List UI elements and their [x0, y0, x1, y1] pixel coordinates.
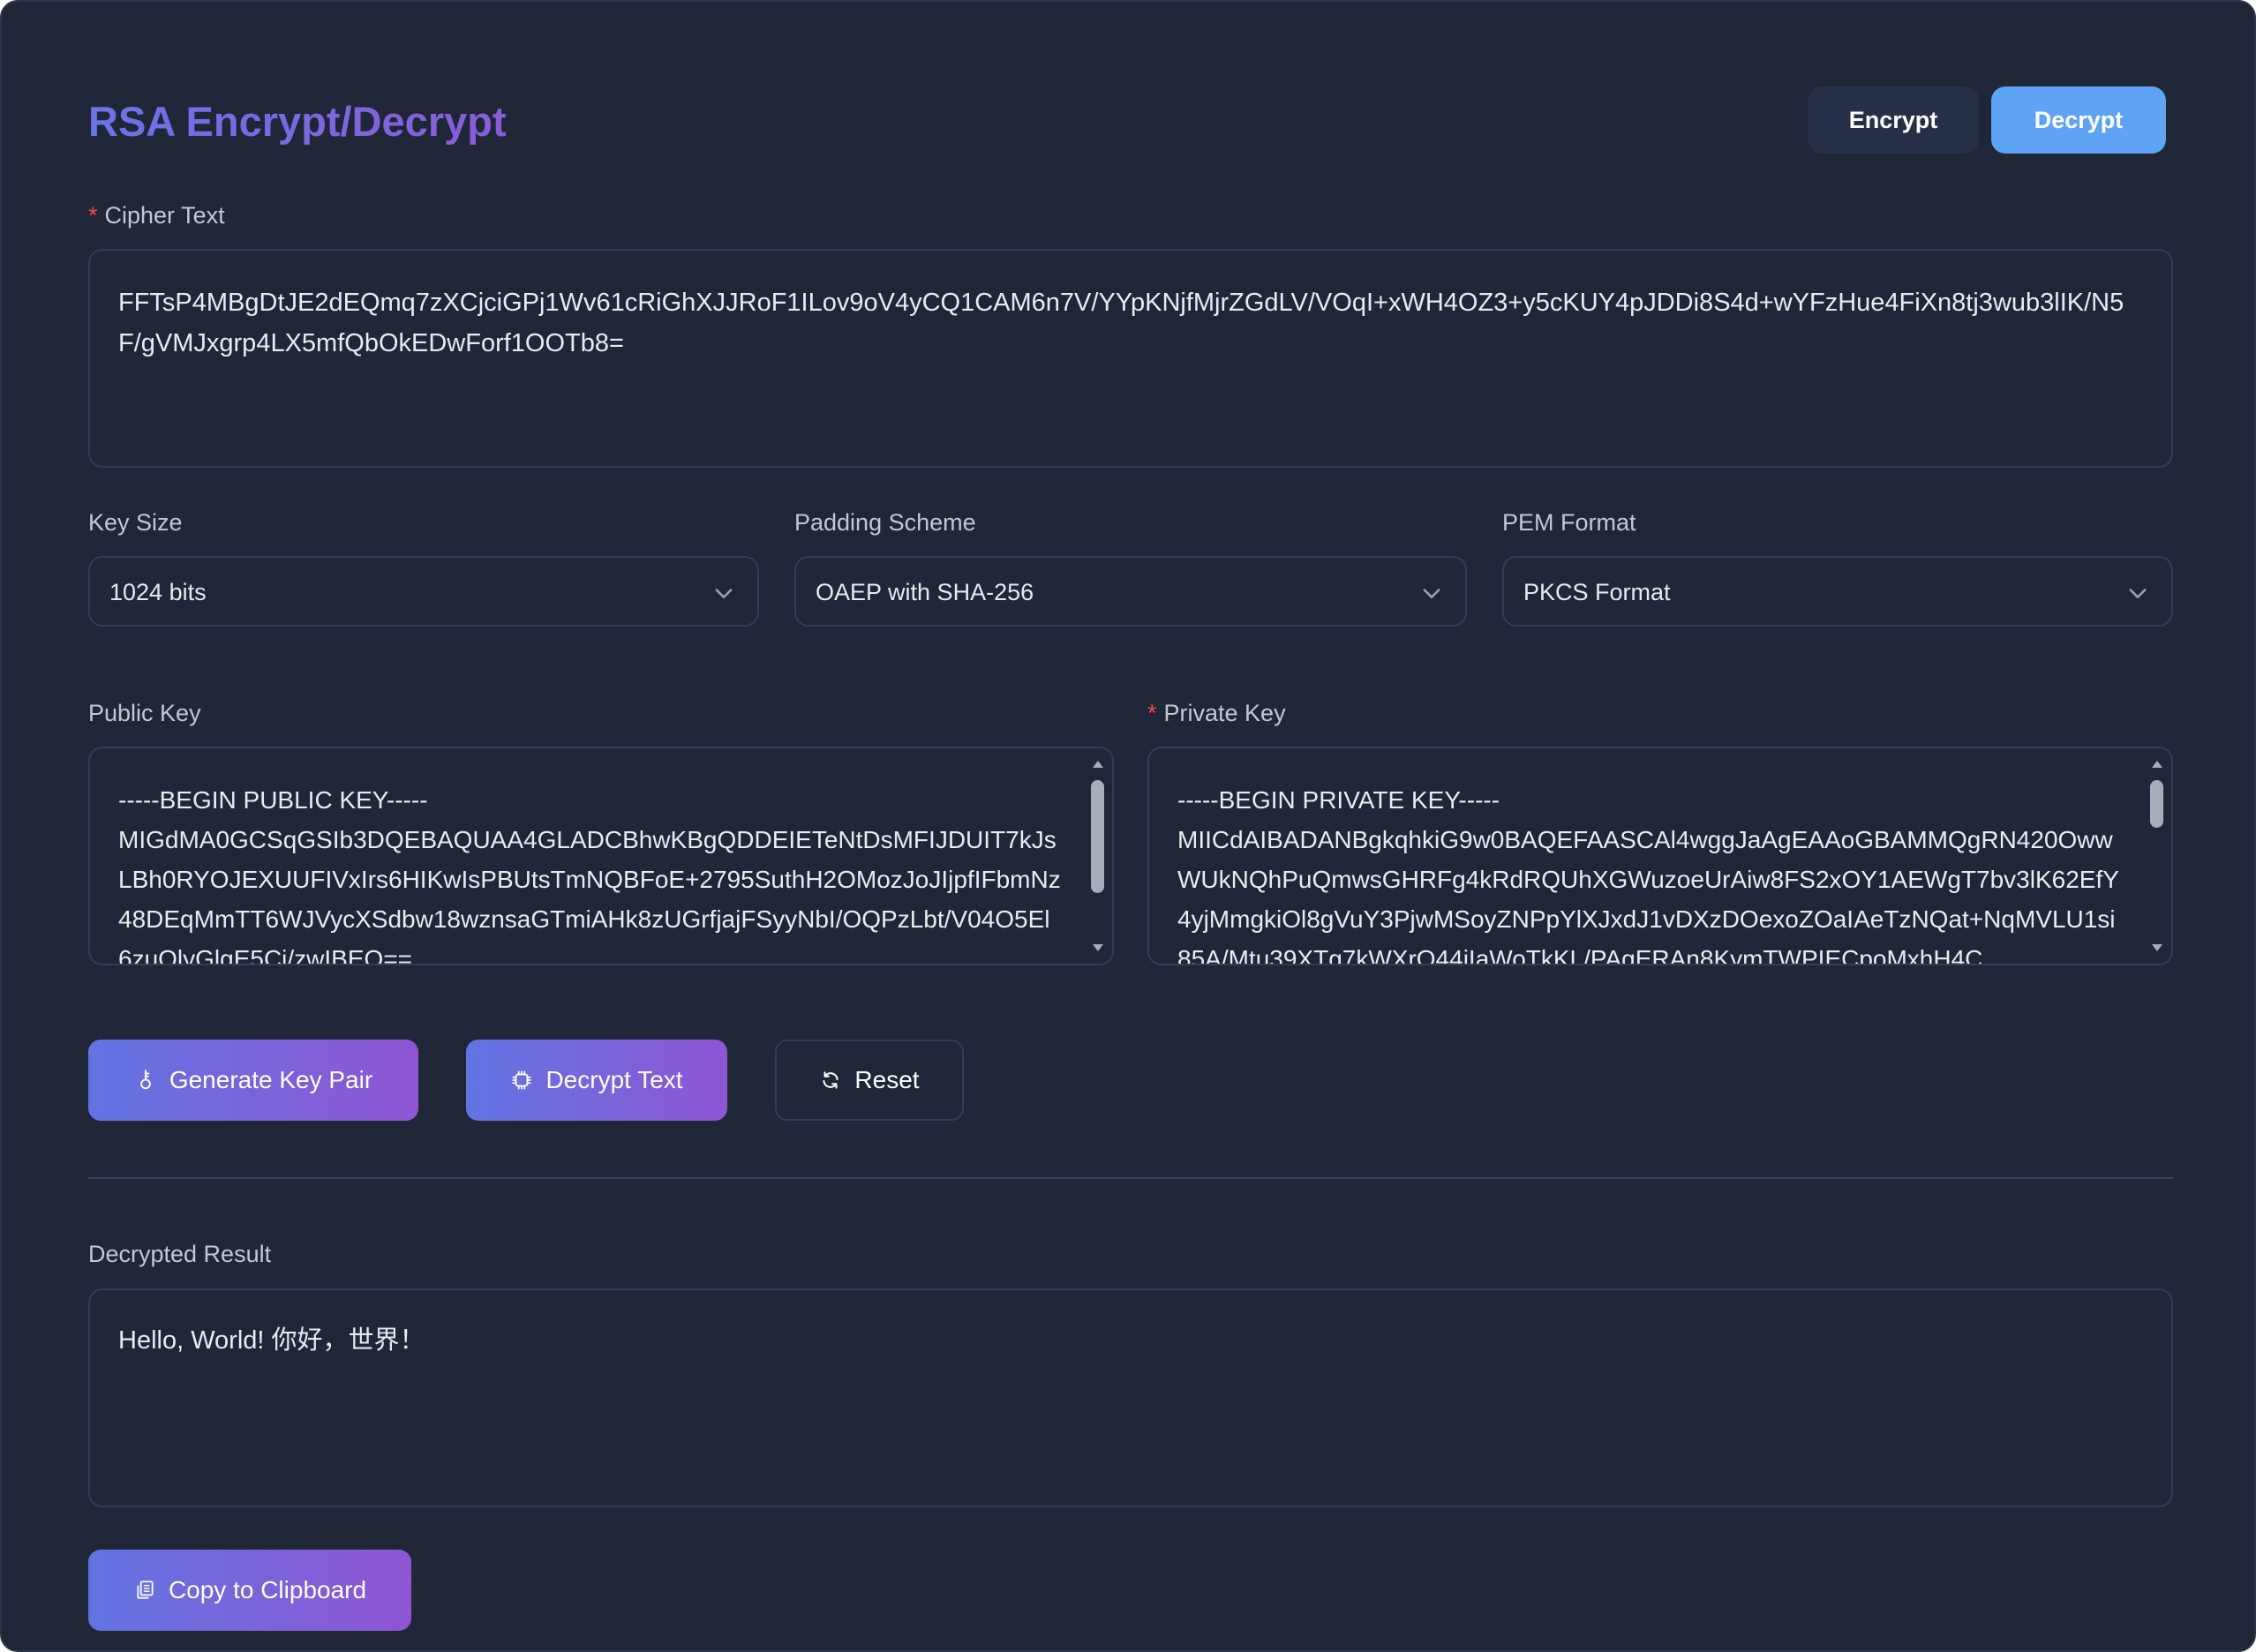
- key-size-select[interactable]: 1024 bits: [88, 556, 759, 627]
- cipher-text-input[interactable]: FFTsP4MBgDtJE2dEQmq7zXCjciGPj1Wv61cRiGhX…: [88, 249, 2173, 468]
- required-marker: *: [1147, 700, 1157, 726]
- decrypted-result-label: Decrypted Result: [88, 1241, 272, 1267]
- copy-icon: [137, 1581, 154, 1599]
- private-key-label-text: Private Key: [1163, 700, 1286, 726]
- private-key-scrollbar[interactable]: [2148, 754, 2166, 958]
- scroll-thumb[interactable]: [2150, 780, 2163, 828]
- public-key-value: -----BEGIN PUBLIC KEY----- MIGdMA0GCSqGS…: [118, 786, 1061, 965]
- section-divider: [88, 1177, 2173, 1179]
- pem-format-select[interactable]: PKCS Format: [1502, 556, 2173, 627]
- chevron-down-icon: [715, 589, 733, 598]
- key-size-label: Key Size: [88, 509, 183, 536]
- private-key-input[interactable]: -----BEGIN PRIVATE KEY----- MIICdAIBADAN…: [1147, 747, 2173, 965]
- reset-button[interactable]: Reset: [775, 1040, 964, 1121]
- generate-key-pair-button[interactable]: Generate Key Pair: [88, 1040, 418, 1121]
- scroll-up-icon[interactable]: [1091, 757, 1105, 771]
- copy-to-clipboard-button[interactable]: Copy to Clipboard: [88, 1550, 411, 1631]
- public-key-label: Public Key: [88, 700, 201, 726]
- public-key-scrollbar[interactable]: [1089, 754, 1107, 958]
- padding-scheme-select[interactable]: OAEP with SHA-256: [794, 556, 1467, 627]
- private-key-label: * Private Key: [1147, 698, 1286, 728]
- public-key-input[interactable]: -----BEGIN PUBLIC KEY----- MIGdMA0GCSqGS…: [88, 747, 1114, 965]
- rsa-tool-panel: RSA Encrypt/Decrypt Encrypt Decrypt * Cip…: [0, 0, 2256, 1652]
- decrypt-mode-button[interactable]: Decrypt: [1991, 86, 2166, 154]
- page-title: RSA Encrypt/Decrypt: [88, 95, 507, 148]
- cipher-text-label: * Cipher Text: [88, 200, 225, 230]
- required-marker: *: [88, 202, 98, 229]
- scroll-down-icon[interactable]: [1091, 941, 1105, 955]
- decrypted-result-value: Hello, World! 你好，世界！: [118, 1326, 425, 1355]
- key-icon: [139, 1070, 151, 1090]
- refresh-icon: [823, 1071, 839, 1089]
- decrypt-text-label: Decrypt Text: [545, 1066, 683, 1093]
- chevron-down-icon: [1423, 589, 1440, 598]
- encrypt-mode-button[interactable]: Encrypt: [1808, 86, 1979, 154]
- reset-label: Reset: [854, 1066, 920, 1093]
- scroll-down-icon[interactable]: [2150, 941, 2164, 955]
- key-size-value: 1024 bits: [109, 579, 207, 605]
- copy-to-clipboard-label: Copy to Clipboard: [168, 1576, 367, 1603]
- scroll-up-icon[interactable]: [2150, 757, 2164, 771]
- padding-scheme-value: OAEP with SHA-256: [816, 579, 1034, 605]
- pem-format-value: PKCS Format: [1523, 579, 1671, 605]
- chip-icon: [512, 1070, 532, 1090]
- generate-key-pair-label: Generate Key Pair: [169, 1066, 373, 1093]
- decrypted-result-output[interactable]: Hello, World! 你好，世界！: [88, 1288, 2173, 1507]
- decrypt-text-button[interactable]: Decrypt Text: [466, 1040, 727, 1121]
- padding-scheme-label: Padding Scheme: [794, 509, 976, 536]
- pem-format-label: PEM Format: [1502, 509, 1636, 536]
- chevron-down-icon: [2129, 589, 2147, 598]
- cipher-text-value: FFTsP4MBgDtJE2dEQmq7zXCjciGPj1Wv61cRiGhX…: [118, 289, 2124, 357]
- scroll-thumb[interactable]: [1091, 780, 1104, 893]
- cipher-text-label-text: Cipher Text: [104, 202, 225, 229]
- private-key-value: -----BEGIN PRIVATE KEY----- MIICdAIBADAN…: [1177, 786, 2119, 965]
